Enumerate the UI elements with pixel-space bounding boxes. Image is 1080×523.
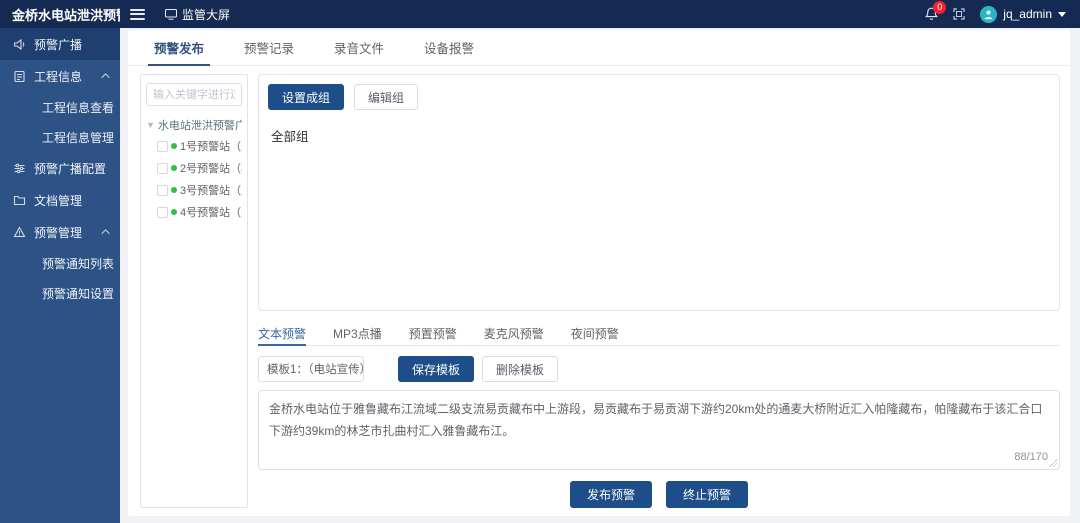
main-tab-bar: 预警发布 预警记录 录音文件 设备报警	[128, 30, 1070, 66]
notification-badge: 0	[933, 1, 946, 14]
monitor-screen-link[interactable]: 监管大屏	[165, 6, 230, 23]
sidebar-item-project-info-view[interactable]: 工程信息查看	[0, 92, 120, 122]
chevron-down-icon: ▼	[349, 365, 358, 375]
sidebar-item-label: 预警广播配置	[34, 160, 106, 177]
set-group-button[interactable]: 设置成组	[268, 84, 344, 110]
tree-station-3[interactable]: 3号预警站（尾水	[146, 179, 242, 201]
online-status-dot	[171, 187, 177, 193]
caret-down-icon: ▼	[146, 120, 155, 130]
sidebar-item-project-info[interactable]: 工程信息	[0, 60, 120, 92]
edit-group-button[interactable]: 编辑组	[354, 84, 418, 110]
avatar	[980, 6, 997, 23]
sidebar-item-project-info-manage[interactable]: 工程信息管理	[0, 122, 120, 152]
sidebar-item-document-manage[interactable]: 文档管理	[0, 184, 120, 216]
tab-mic-warning[interactable]: 麦克风预警	[484, 321, 544, 345]
station-tree: ▼ 水电站泄洪预警广播系... 1号预警站（规	[146, 115, 242, 223]
chevron-down-icon	[1058, 12, 1066, 17]
warning-tab-bar: 文本预警 MP3点播 预置预警 麦克风预警 夜间预警	[258, 321, 1060, 346]
station-checkbox[interactable]	[157, 185, 168, 196]
screen-icon	[165, 9, 177, 20]
save-template-button[interactable]: 保存模板	[398, 356, 474, 382]
stop-warning-button[interactable]: 终止预警	[666, 481, 748, 508]
station-checkbox[interactable]	[157, 141, 168, 152]
sidebar-item-warning-notify-list[interactable]: 预警通知列表	[0, 248, 120, 278]
folder-icon	[13, 194, 26, 207]
sidebar-item-label: 文档管理	[34, 192, 82, 209]
tree-root-node[interactable]: ▼ 水电站泄洪预警广播系...	[146, 115, 242, 135]
sidebar-item-label: 预警通知列表	[42, 255, 114, 272]
sidebar-item-label: 预警管理	[34, 224, 82, 241]
tab-night-warning[interactable]: 夜间预警	[571, 321, 619, 345]
warning-section: 文本预警 MP3点播 预置预警 麦克风预警 夜间预警 模板1：（电站宣传） ▼	[258, 321, 1060, 508]
online-status-dot	[171, 209, 177, 215]
fullscreen-icon[interactable]	[953, 8, 965, 20]
sidebar-item-warning-manage[interactable]: 预警管理	[0, 216, 120, 248]
broadcast-icon	[13, 38, 26, 51]
username: jq_admin	[1003, 7, 1052, 21]
tab-warning-records[interactable]: 预警记录	[244, 30, 294, 65]
content-card: 预警发布 预警记录 录音文件 设备报警 ▼ 水电站泄洪预警广播系...	[128, 30, 1070, 516]
sidebar-item-broadcast-config[interactable]: 预警广播配置	[0, 152, 120, 184]
main-area: 预警发布 预警记录 录音文件 设备报警 ▼ 水电站泄洪预警广播系...	[120, 28, 1080, 523]
screen-link-label: 监管大屏	[182, 6, 230, 23]
sidebar-item-warning-notify-settings[interactable]: 预警通知设置	[0, 278, 120, 308]
resize-handle[interactable]	[1049, 459, 1057, 467]
tab-audio-files[interactable]: 录音文件	[334, 30, 384, 65]
tree-station-2[interactable]: 2号预警站（枢	[146, 157, 242, 179]
config-icon	[13, 162, 26, 175]
sidebar-item-label: 工程信息查看	[42, 99, 114, 116]
tree-filter-input[interactable]	[146, 83, 242, 106]
online-status-dot	[171, 165, 177, 171]
tab-device-alarms[interactable]: 设备报警	[424, 30, 474, 65]
notification-bell[interactable]: 0	[925, 7, 938, 21]
chevron-up-icon	[101, 229, 109, 237]
station-checkbox[interactable]	[157, 207, 168, 218]
right-panel: 设置成组 编辑组 全部组 文本预警 MP3点播 预置预警 麦克风预警	[258, 74, 1060, 508]
sidebar: 预警广播 工程信息 工程信息查看 工程信息管理 预警广播配置	[0, 28, 120, 523]
all-group-label: 全部组	[268, 126, 1050, 145]
user-menu[interactable]: jq_admin	[980, 6, 1066, 23]
warning-message-textarea[interactable]: 金桥水电站位于雅鲁藏布江流域二级支流易贡藏布中上游段，易贡藏布于易贡湖下游约20…	[258, 390, 1060, 470]
char-counter: 88/170	[1010, 451, 1048, 463]
tab-mp3-play[interactable]: MP3点播	[333, 321, 382, 345]
tab-preset-warning[interactable]: 预置预警	[409, 321, 457, 345]
station-checkbox[interactable]	[157, 163, 168, 174]
station-tree-panel: ▼ 水电站泄洪预警广播系... 1号预警站（规	[140, 74, 248, 508]
sidebar-item-label: 预警广播	[34, 36, 82, 53]
tree-station-1[interactable]: 1号预警站（规	[146, 135, 242, 157]
tree-root-label: 水电站泄洪预警广播系...	[158, 117, 242, 133]
tree-station-4[interactable]: 4号预警站（大坝	[146, 201, 242, 223]
hamburger-menu-icon[interactable]	[130, 6, 145, 22]
online-status-dot	[171, 143, 177, 149]
sidebar-item-label: 预警通知设置	[42, 285, 114, 302]
publish-warning-button[interactable]: 发布预警	[570, 481, 652, 508]
warning-manage-icon	[13, 226, 26, 239]
template-select[interactable]: 模板1：（电站宣传） ▼	[258, 356, 364, 382]
app-title: 金桥水电站泄洪预警...	[0, 5, 120, 24]
group-box: 设置成组 编辑组 全部组	[258, 74, 1060, 311]
top-header: 金桥水电站泄洪预警... 监管大屏 0 jq_admin	[0, 0, 1080, 28]
sidebar-item-label: 工程信息管理	[42, 129, 114, 146]
project-info-icon	[13, 70, 26, 83]
sidebar-item-label: 工程信息	[34, 68, 82, 85]
tab-text-warning[interactable]: 文本预警	[258, 321, 306, 345]
delete-template-button[interactable]: 删除模板	[482, 356, 558, 382]
sidebar-item-warning-broadcast[interactable]: 预警广播	[0, 28, 120, 60]
tab-warning-publish[interactable]: 预警发布	[154, 30, 204, 65]
chevron-up-icon	[101, 73, 109, 81]
app-window: 金桥水电站泄洪预警... 监管大屏 0 jq_admin	[0, 0, 1080, 523]
